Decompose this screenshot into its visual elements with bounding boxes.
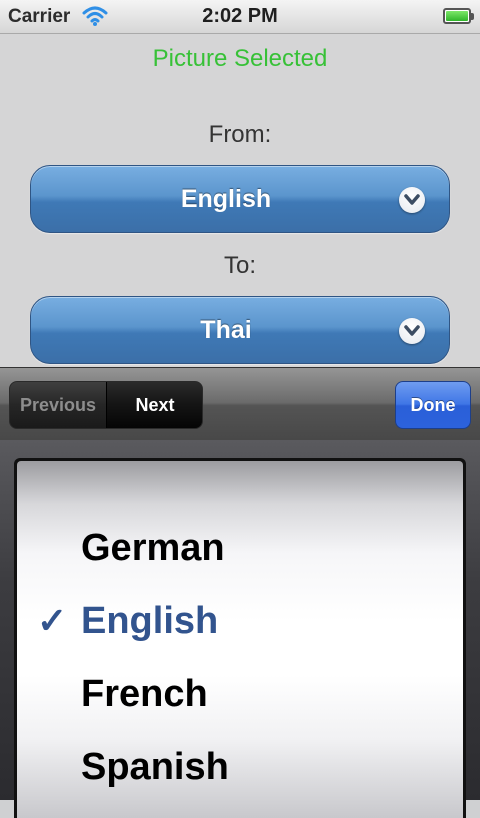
picker-item-spanish[interactable]: Spanish xyxy=(17,731,463,803)
to-language-select[interactable]: Thai xyxy=(30,296,450,364)
chevron-down-icon xyxy=(399,318,425,344)
picker-item-english[interactable]: ✓ English xyxy=(17,585,463,657)
checkmark-icon: ✓ xyxy=(37,600,68,641)
picker-frame: German ✓ English French Spanish xyxy=(14,458,466,818)
language-picker: German ✓ English French Spanish xyxy=(0,440,480,818)
done-button[interactable]: Done xyxy=(395,381,471,429)
from-language-select[interactable]: English xyxy=(30,165,450,233)
chevron-down-icon xyxy=(399,187,425,213)
picker-toolbar: Previous Next Done xyxy=(0,367,480,440)
next-button[interactable]: Next xyxy=(107,382,202,428)
picture-status-label: Picture Selected xyxy=(152,45,328,72)
picker-item-label: English xyxy=(81,600,219,642)
previous-button[interactable]: Previous xyxy=(10,382,107,428)
battery-icon xyxy=(443,8,471,24)
picker-item-label: Spanish xyxy=(81,746,229,788)
picker-item-label: French xyxy=(81,673,208,715)
battery-tip xyxy=(471,13,474,20)
picker-item-french[interactable]: French xyxy=(17,658,463,730)
main-content: Picture Selected From: English To: Thai xyxy=(0,34,480,367)
picker-wheel[interactable]: German ✓ English French Spanish xyxy=(17,461,463,818)
picker-item-german[interactable]: German xyxy=(17,512,463,584)
status-time: 2:02 PM xyxy=(202,5,278,27)
battery-level xyxy=(446,11,468,21)
prev-next-segmented-control: Previous Next xyxy=(9,381,203,429)
to-label: To: xyxy=(223,252,256,279)
from-language-value: English xyxy=(180,185,272,213)
status-bar: Carrier 2:02 PM xyxy=(0,0,480,34)
from-label: From: xyxy=(208,121,272,148)
to-language-value: Thai xyxy=(200,316,252,344)
picker-item-label: German xyxy=(81,527,225,569)
